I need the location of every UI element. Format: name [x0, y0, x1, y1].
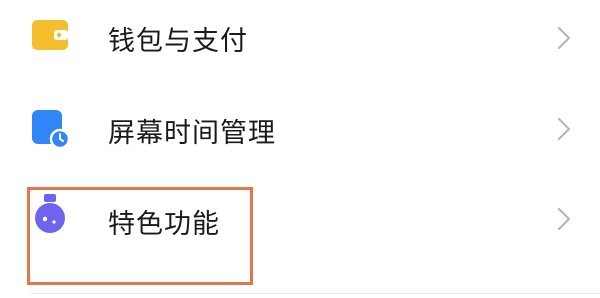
settings-item-screen-time[interactable]: 屏幕时间管理 — [0, 85, 600, 175]
settings-screen: 钱包与支付 屏幕时间管理 特色功能 — [0, 0, 600, 298]
wallet-icon — [32, 20, 68, 54]
settings-item-wallet-payment[interactable]: 钱包与支付 — [0, 0, 600, 90]
settings-item-label: 屏幕时间管理 — [108, 118, 276, 149]
settings-item-special-features[interactable]: 特色功能 — [0, 172, 600, 262]
settings-item-label: 钱包与支付 — [108, 26, 248, 57]
chevron-right-icon — [557, 26, 571, 50]
flask-icon — [32, 194, 68, 238]
screen-time-icon — [32, 110, 71, 154]
chevron-right-icon — [557, 207, 571, 231]
divider — [30, 293, 600, 294]
settings-item-label: 特色功能 — [108, 209, 220, 240]
chevron-right-icon — [557, 117, 571, 141]
